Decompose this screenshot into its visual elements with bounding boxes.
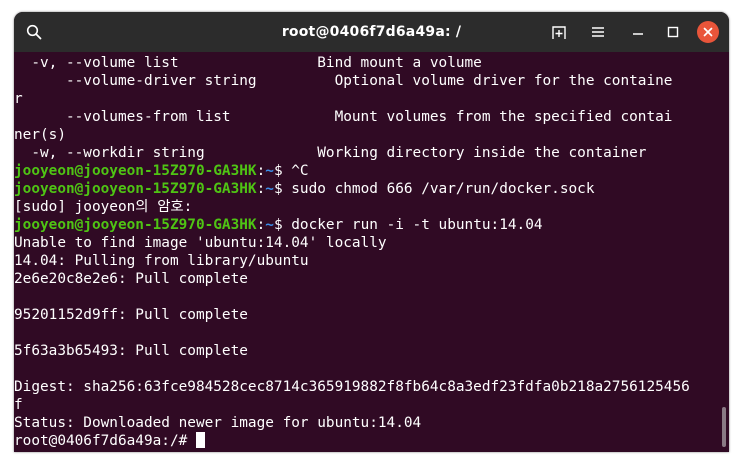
terminal-line: -v, --volume list Bind mount a volume xyxy=(14,54,719,72)
prompt-user: jooyeon@jooyeon-15Z970-GA3HK xyxy=(14,163,257,179)
new-tab-icon xyxy=(552,26,566,39)
prompt-symbol: $ xyxy=(273,217,292,233)
terminal-line: [sudo] jooyeon의 암호: xyxy=(14,198,719,216)
output-text: -v, --volume list Bind mount a volume xyxy=(14,55,482,71)
terminal-line: root@0406f7d6a49a:/# xyxy=(14,432,719,450)
command-text: sudo chmod 666 /var/run/docker.sock xyxy=(291,181,595,197)
prompt-separator: : xyxy=(256,163,266,179)
terminal-line: ner(s) xyxy=(14,126,719,144)
text-cursor xyxy=(195,432,205,448)
window-title: root@0406f7d6a49a: / xyxy=(281,24,462,40)
output-text: Digest: sha256:63fce984528cec8714c365919… xyxy=(14,379,690,395)
prompt-symbol: $ xyxy=(273,181,292,197)
output-text: --volumes-from list Mount volumes from t… xyxy=(14,109,673,125)
terminal-line: jooyeon@jooyeon-15Z970-GA3HK:~$ ^C xyxy=(14,162,719,180)
terminal-window: root@0406f7d6a49a: / -v, --volume list B… xyxy=(14,12,729,452)
terminal-line: --volume-driver string Optional volume d… xyxy=(14,72,719,90)
terminal-line: 14.04: Pulling from library/ubuntu xyxy=(14,252,719,270)
terminal-output[interactable]: -v, --volume list Bind mount a volume --… xyxy=(14,54,719,452)
maximize-button[interactable] xyxy=(661,20,685,44)
prompt-path: ~ xyxy=(265,181,274,197)
terminal-line: -w, --workdir string Working directory i… xyxy=(14,144,719,162)
title-bar[interactable]: root@0406f7d6a49a: / xyxy=(14,12,729,52)
prompt-user: jooyeon@jooyeon-15Z970-GA3HK xyxy=(14,217,257,233)
terminal-line: f xyxy=(14,396,719,414)
output-text: Unable to find image 'ubuntu:14.04' loca… xyxy=(14,235,387,251)
output-text: root@0406f7d6a49a:/# xyxy=(14,433,196,449)
command-text: ^C xyxy=(291,163,309,179)
terminal-line: 2e6e20c8e2e6: Pull complete xyxy=(14,270,719,288)
output-text: -w, --workdir string Working directory i… xyxy=(14,145,647,161)
terminal-line: --volumes-from list Mount volumes from t… xyxy=(14,108,719,126)
prompt-path: ~ xyxy=(265,217,274,233)
output-text: [sudo] jooyeon의 암호: xyxy=(14,199,193,215)
output-text: Status: Downloaded newer image for ubunt… xyxy=(14,415,422,431)
close-icon xyxy=(703,27,713,37)
hamburger-menu-icon xyxy=(592,27,604,37)
output-text: r xyxy=(14,91,23,107)
output-text: 2e6e20c8e2e6: Pull complete xyxy=(14,271,248,287)
terminal-line: jooyeon@jooyeon-15Z970-GA3HK:~$ docker r… xyxy=(14,216,719,234)
terminal-line: jooyeon@jooyeon-15Z970-GA3HK:~$ sudo chm… xyxy=(14,180,719,198)
terminal-line: Unable to find image 'ubuntu:14.04' loca… xyxy=(14,234,719,252)
terminal-line: r xyxy=(14,90,719,108)
prompt-separator: : xyxy=(256,181,266,197)
output-text: 95201152d9ff: Pull complete xyxy=(14,307,248,323)
command-text: docker run -i -t ubuntu:14.04 xyxy=(291,217,543,233)
minimize-icon xyxy=(633,33,643,35)
maximize-icon xyxy=(667,26,679,38)
terminal-line: Status: Downloaded newer image for ubunt… xyxy=(14,414,719,432)
prompt-separator: : xyxy=(256,217,266,233)
terminal-line: Digest: sha256:63fce984528cec8714c365919… xyxy=(14,378,719,396)
menu-button[interactable] xyxy=(586,20,610,44)
minimize-button[interactable] xyxy=(626,20,650,44)
scrollbar[interactable] xyxy=(722,407,726,447)
prompt-path: ~ xyxy=(265,163,274,179)
new-tab-button[interactable] xyxy=(547,20,571,44)
output-text: 14.04: Pulling from library/ubuntu xyxy=(14,253,309,269)
terminal-line: 5f63a3b65493: Pull complete xyxy=(14,342,719,360)
output-text: --volume-driver string Optional volume d… xyxy=(14,73,673,89)
terminal-line: 95201152d9ff: Pull complete xyxy=(14,306,719,324)
output-text: f xyxy=(14,397,23,413)
close-button[interactable] xyxy=(697,21,719,43)
prompt-symbol: $ xyxy=(273,163,292,179)
prompt-user: jooyeon@jooyeon-15Z970-GA3HK xyxy=(14,181,257,197)
output-text: 5f63a3b65493: Pull complete xyxy=(14,343,248,359)
output-text: ner(s) xyxy=(14,127,66,143)
